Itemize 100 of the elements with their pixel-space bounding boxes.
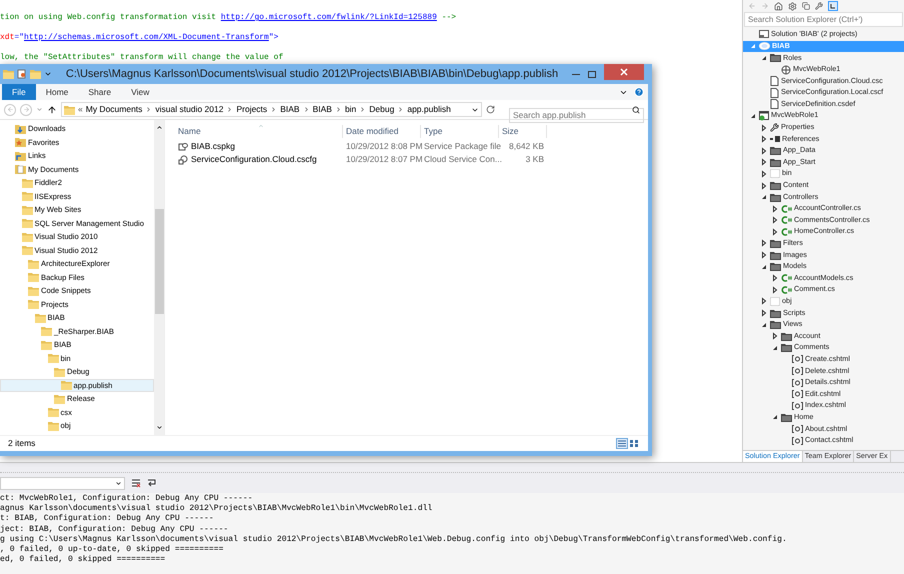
ribbon-tab[interactable]: Share [78,86,122,98]
folder-icon [22,191,32,202]
expand-arrow-icon[interactable] [760,124,768,132]
expand-arrow-icon[interactable] [760,146,768,155]
output-line: g using C:\Users\Magnus Karlsson\documents\visual studio 2012\Projects\BIAB\MvcWebRole1\Web.Debug.config into obj\Debug\TransformWebConfig\transformed\Web.config. [0,534,788,545]
expand-arrow-icon[interactable] [760,135,768,144]
file-row[interactable]: BIAB.cspkg 10/29/2012 8:08 PM Service Package file 8,642 KB [175,140,648,153]
close-button[interactable] [604,64,644,80]
code-link[interactable]: http://go.microsoft.com/fwlink/?LinkId=125889 [220,13,437,22]
clear-icon[interactable] [131,478,141,488]
wrench-icon[interactable] [815,2,823,10]
search-icon [632,106,640,114]
ribbon-tab[interactable]: Home [36,86,78,98]
search-field[interactable]: Search Solution Explorer (Ctrl+') [744,12,903,27]
expand-arrow-icon[interactable] [760,309,768,318]
up-icon[interactable] [47,104,57,114]
package-icon [178,142,188,151]
expand-arrow-icon[interactable] [771,228,779,236]
breadcrumb[interactable]: BIAB [312,103,332,116]
expand-arrow-icon[interactable] [760,170,768,178]
folder-icon [22,245,32,256]
window-title: C:\Users\Magnus Karlsson\Documents\visual studio 2012\Projects\BIAB\BIAB\bin\Debug\app.publish [64,66,560,82]
column-header[interactable]: Name [175,125,343,138]
code-link[interactable]: http://schemas.microsoft.com/XML-Document-Transform [24,33,269,42]
help-icon[interactable] [634,87,644,97]
code-file-icon [781,228,792,236]
expand-arrow-icon[interactable] [771,274,779,282]
separator-icon [270,106,278,113]
breadcrumb[interactable]: app.publish [407,103,451,116]
folder-icon [48,353,58,364]
expand-arrow-icon[interactable] [760,239,768,248]
code-file-icon [781,204,792,213]
folder-icon [54,366,65,377]
properties-icon[interactable] [17,69,27,79]
column-header[interactable]: Date modified [343,125,421,138]
expand-arrow-icon[interactable] [760,158,768,166]
collapse-arrow-icon[interactable] [760,193,768,202]
collapse-arrow-icon[interactable] [749,112,757,120]
folder-icon [781,332,792,341]
expand-arrow-icon[interactable] [771,332,779,340]
column-header[interactable]: Size [499,125,547,138]
expand-arrow-icon[interactable] [771,204,779,213]
globe-icon [781,64,791,75]
scroll-up-icon [156,124,162,131]
config-file-icon [178,154,188,164]
collapse-arrow-icon[interactable] [771,413,779,422]
bracket-file-icon [792,436,803,445]
downloads-folder-icon [15,124,26,134]
collapse-arrow-icon[interactable] [760,320,768,329]
file-row[interactable]: ServiceConfiguration.Cloud.cscfg 10/29/2012 8:07 PM Cloud Service Con... 3 KB [175,153,648,166]
customize-caret-icon[interactable] [44,70,52,78]
overflow-marker: « [78,103,83,116]
folder-icon [28,272,39,282]
breadcrumb[interactable]: My Documents [86,103,142,116]
folder-icon [770,181,781,190]
code-file-icon [781,216,792,224]
expand-arrow-icon[interactable] [760,182,768,190]
folder-icon [770,250,781,260]
expand-arrow-icon[interactable] [771,286,779,294]
output-line: agnus Karlsson\documents\visual studio 2012\Projects\BIAB\MvcWebRole1\bin\MvcWebRole1.dll [0,504,434,514]
breadcrumb[interactable]: visual studio 2012 [155,103,224,116]
breadcrumb[interactable]: Projects [236,103,268,116]
expand-arrow-icon[interactable] [760,251,768,260]
tiles-view-button[interactable] [628,438,640,449]
collapse-arrow-icon[interactable] [760,262,768,271]
folder-icon [28,299,39,310]
copy-icon[interactable] [802,2,810,10]
wrench-icon [770,123,779,132]
details-view-button[interactable] [616,438,628,449]
expand-arrow-icon[interactable] [760,297,768,306]
refresh-icon[interactable] [486,105,495,114]
back-arrow-icon [6,106,14,113]
file-menu-button[interactable]: File [2,84,36,100]
file-date: 10/29/2012 8:08 PM [345,140,421,153]
breadcrumb[interactable]: BIAB [280,103,300,116]
output-line: t: BIAB, Configuration: Debug Any CPU ------ [0,514,215,525]
separator-icon [226,106,234,113]
folder-icon [770,262,781,272]
settings-icon[interactable] [788,2,797,10]
breadcrumb[interactable]: Debug [369,103,394,116]
scrollbar[interactable] [154,120,164,435]
folder-icon [34,312,46,323]
scroll-down-icon [156,424,162,431]
ribbon-tab[interactable]: View [121,86,160,98]
sync-icon[interactable] [828,1,838,11]
collapse-arrow-icon[interactable] [760,54,768,62]
collapse-arrow-icon[interactable] [771,344,779,352]
maximize-icon[interactable] [588,70,596,78]
breadcrumb[interactable]: bin [344,103,356,116]
search-field[interactable]: Search app.publish [509,108,644,122]
address-bar[interactable]: « My Documents visual studio 2012 Projects BIAB BIAB bin Debug app.publish [61,102,482,117]
solution-icon [759,30,769,40]
expand-arrow-icon[interactable] [771,216,779,224]
home-icon[interactable] [774,2,783,10]
word-wrap-icon[interactable] [147,478,157,488]
recent-caret-icon[interactable] [36,106,43,113]
details-icon [618,440,626,447]
column-header[interactable]: Type [421,125,499,138]
folder-icon [41,340,52,350]
references-icon [770,136,780,142]
